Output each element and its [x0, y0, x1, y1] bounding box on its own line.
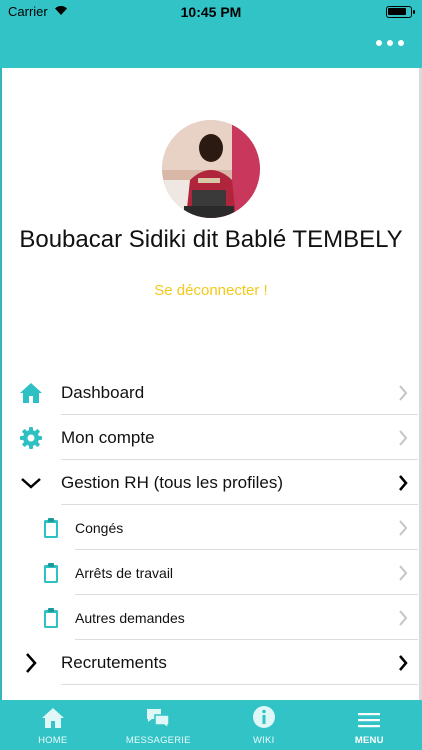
logout-link[interactable]: Se déconnecter ! [154, 282, 267, 299]
menu-item-label: Gestion RH (tous les profiles) [61, 472, 284, 492]
menu-item-label: Mon compte [61, 427, 155, 447]
menu-item-arrets-de-travail[interactable]: Arrêts de travail [0, 550, 422, 595]
menu-item-label: Congés [75, 519, 124, 536]
menu-item-label: Recrutements [61, 652, 167, 672]
user-name: Boubacar Sidiki dit Bablé TEMBELY [19, 226, 403, 253]
chevron-right-icon [399, 475, 408, 491]
divider [61, 684, 418, 685]
chevron-right-icon [26, 653, 37, 673]
side-menu: Dashboard Mon compte Gestion RH (tous le… [0, 370, 422, 685]
menu-item-autres-demandes[interactable]: Autres demandes [0, 595, 422, 640]
tab-bar: HOME MESSAGERIE WIKI MENU [0, 700, 422, 750]
chevron-right-icon [399, 565, 408, 581]
menu-item-recrutements[interactable]: Recrutements [0, 640, 422, 685]
chat-icon [147, 709, 170, 729]
chevron-right-icon [399, 385, 408, 401]
status-bar: Carrier 10:45 PM [0, 0, 422, 24]
chevron-right-icon [399, 610, 408, 626]
app-header [0, 24, 422, 68]
tab-label: WIKI [253, 735, 275, 746]
tab-label: HOME [38, 735, 68, 746]
chevron-right-icon [399, 520, 408, 536]
tab-messagerie[interactable]: MESSAGERIE [106, 700, 212, 750]
tab-label: MENU [354, 735, 384, 746]
menu-item-label: Dashboard [61, 382, 145, 402]
menu-item-label: Arrêts de travail [75, 564, 174, 581]
chevron-right-icon [399, 655, 408, 671]
chevron-right-icon [399, 430, 408, 446]
status-time: 10:45 PM [180, 4, 242, 20]
tab-wiki[interactable]: WIKI [211, 700, 317, 750]
menu-item-gestion-rh[interactable]: Gestion RH (tous les profiles) [0, 460, 422, 505]
home-icon [41, 708, 64, 728]
clipboard-icon [44, 563, 58, 583]
avatar [162, 120, 260, 218]
clipboard-icon [44, 608, 58, 628]
gear-icon [20, 427, 42, 449]
home-icon [20, 383, 42, 403]
clipboard-icon [44, 518, 58, 538]
tab-label: MESSAGERIE [125, 735, 191, 746]
chevron-down-icon [21, 478, 41, 489]
tab-menu[interactable]: MENU [317, 700, 422, 750]
more-options-icon[interactable] [376, 40, 404, 46]
tab-home[interactable]: HOME [0, 700, 106, 750]
profile-section: Boubacar Sidiki dit Bablé TEMBELY Se déc… [0, 120, 422, 300]
battery-icon [386, 6, 415, 18]
menu-item-conges[interactable]: Congés [0, 505, 422, 550]
info-icon [252, 706, 275, 728]
menu-item-dashboard[interactable]: Dashboard [0, 370, 422, 415]
menu-item-mon-compte[interactable]: Mon compte [0, 415, 422, 460]
menu-item-label: Autres demandes [75, 609, 185, 626]
hamburger-icon [358, 713, 381, 728]
